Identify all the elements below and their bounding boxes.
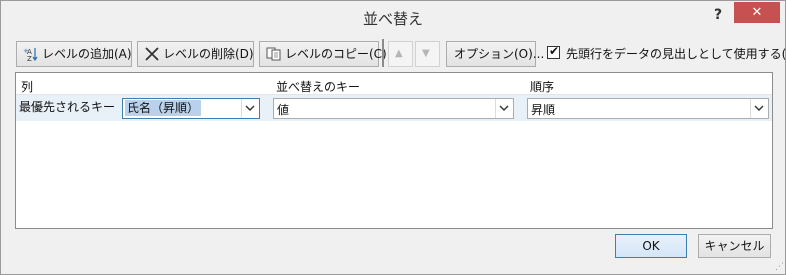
sort-levels-grid: 列 並べ替えのキー 順序 最優先されるキー 氏名（昇順） 値 昇順	[15, 72, 773, 229]
title-bar: 並べ替え ? ✕	[1, 1, 785, 33]
copy-level-label: レベルのコピー(C)	[285, 47, 387, 61]
add-level-button[interactable]: + A Z レベルの追加(A)	[16, 41, 132, 67]
column-header-sort-on: 並べ替えのキー	[276, 80, 361, 94]
add-level-icon: + A Z	[23, 47, 38, 61]
sort-on-combobox[interactable]: 値	[273, 98, 514, 119]
delete-x-icon	[145, 47, 159, 61]
chevron-down-icon	[754, 105, 764, 111]
move-down-button[interactable]: ▼	[415, 41, 440, 67]
ok-button[interactable]: OK	[615, 234, 687, 258]
order-combobox[interactable]: 昇順	[527, 98, 769, 119]
column-header-column: 列	[21, 80, 34, 94]
copy-level-button[interactable]: レベルのコピー(C)	[259, 41, 387, 67]
dialog-title: 並べ替え	[362, 10, 423, 28]
add-level-label: レベルの追加(A)	[42, 47, 132, 61]
toolbar-separator	[382, 39, 384, 67]
sort-on-combobox-value: 値	[277, 103, 290, 117]
chevron-down-icon	[245, 105, 255, 111]
copy-icon	[266, 47, 281, 61]
order-dropdown-button[interactable]	[750, 99, 768, 118]
close-button[interactable]: ✕	[734, 2, 780, 23]
options-label: オプション(O)...	[454, 47, 545, 61]
column-header-order: 順序	[530, 80, 555, 94]
chevron-down-icon	[499, 105, 509, 111]
options-button[interactable]: オプション(O)...	[446, 41, 544, 67]
help-button[interactable]: ?	[707, 5, 729, 25]
order-combobox-value: 昇順	[531, 103, 556, 117]
column-combobox-value: 氏名（昇順）	[125, 100, 202, 116]
svg-text:Z: Z	[27, 55, 32, 61]
delete-level-label: レベルの削除(D)	[163, 47, 254, 61]
sort-dialog: 並べ替え ? ✕ + A Z レベルの追加(A) レベルの削除(D) レベルのコ…	[0, 0, 786, 275]
sort-on-dropdown-button[interactable]	[495, 99, 513, 118]
header-row-checkbox[interactable]: ✔	[547, 44, 560, 59]
header-row-checkbox-label[interactable]: 先頭行をデータの見出しとして使用する(H)	[566, 45, 786, 62]
column-dropdown-button[interactable]	[241, 99, 259, 118]
move-up-icon: ▲	[395, 48, 403, 59]
checkmark-icon: ✔	[549, 44, 560, 58]
sort-level-label: 最優先されるキー	[19, 100, 116, 114]
resize-grip-icon[interactable]: ⋰	[775, 262, 784, 272]
move-up-button[interactable]: ▲	[388, 41, 413, 67]
move-down-icon: ▼	[422, 48, 430, 59]
cancel-button[interactable]: キャンセル	[698, 234, 771, 258]
delete-level-button[interactable]: レベルの削除(D)	[137, 41, 254, 67]
column-combobox[interactable]: 氏名（昇順）	[122, 98, 260, 119]
